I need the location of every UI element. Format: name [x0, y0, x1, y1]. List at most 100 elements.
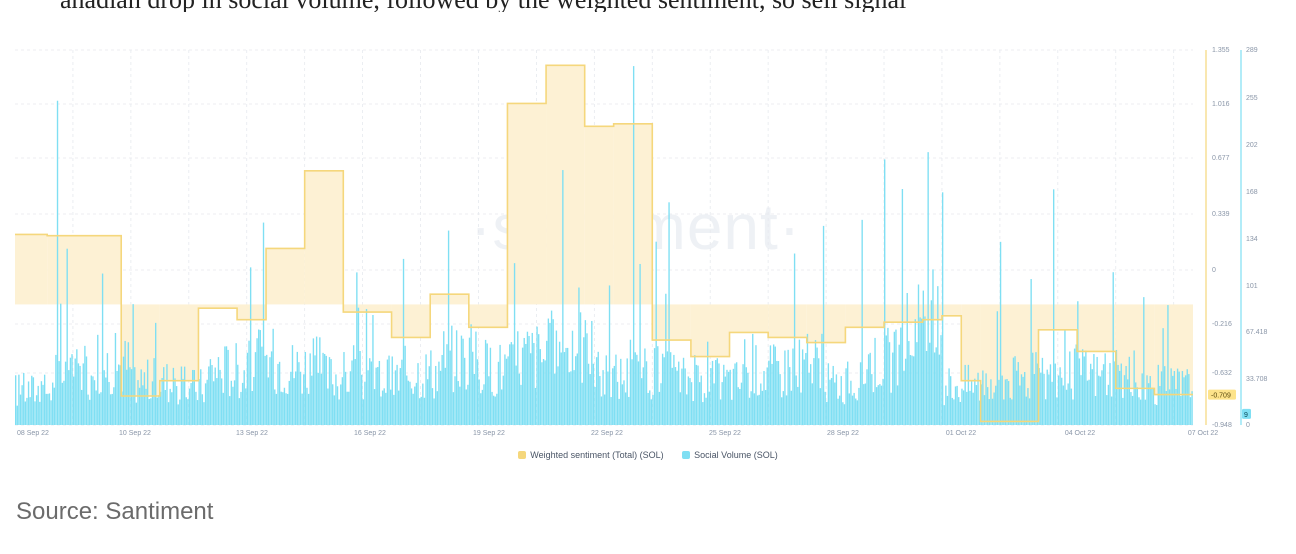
social-volume-bar — [179, 399, 181, 425]
social-volume-bar — [945, 385, 947, 425]
social-volume-bar — [798, 339, 801, 425]
social-volume-bar — [861, 219, 863, 425]
social-volume-bar — [697, 365, 699, 425]
x-axis-tick-label: 25 Sep 22 — [709, 430, 741, 437]
social-volume-bar — [933, 352, 936, 425]
social-volume-bar — [449, 350, 451, 425]
social-volume-bar — [317, 372, 319, 425]
social-volume-bar — [1178, 371, 1180, 425]
social-volume-bar — [901, 189, 904, 425]
social-volume-bar — [333, 395, 336, 425]
social-volume-bar — [286, 393, 289, 425]
social-volume-bar — [283, 387, 286, 425]
social-volume-bar — [69, 357, 72, 425]
social-volume-bar — [629, 339, 632, 425]
social-volume-bar — [887, 327, 889, 425]
social-volume-bar — [97, 334, 99, 425]
social-volume-bar — [111, 393, 113, 425]
social-volume-bar — [1191, 391, 1193, 425]
social-volume-bar — [277, 363, 279, 425]
social-volume-bar — [1046, 369, 1048, 425]
social-volume-bar — [723, 364, 725, 425]
social-volume-bar — [967, 364, 970, 425]
social-volume-bar — [454, 376, 456, 425]
social-volume-bar — [834, 382, 836, 425]
social-volume-bar — [985, 373, 987, 425]
social-volume-bar — [713, 383, 715, 425]
social-volume-bar — [531, 332, 533, 425]
social-volume-bar — [782, 391, 784, 425]
social-volume-bar — [740, 382, 743, 425]
social-volume-bar — [89, 399, 91, 425]
social-volume-bar — [436, 391, 439, 425]
social-volume-bar — [917, 284, 920, 425]
social-volume-bar — [470, 324, 472, 425]
social-volume-bar — [84, 345, 86, 425]
social-volume-bar — [47, 393, 49, 425]
social-volume-bar — [396, 364, 398, 425]
social-volume-bar — [995, 385, 997, 425]
social-volume-bar — [1022, 376, 1024, 425]
social-volume-bar — [496, 393, 498, 425]
x-axis-tick-label: 01 Oct 22 — [946, 430, 976, 437]
sentiment-area-segment — [941, 304, 962, 316]
social-volume-bar — [832, 365, 834, 425]
social-volume-bar — [135, 402, 138, 425]
social-volume-bar — [323, 353, 326, 425]
social-volume-bar — [1069, 351, 1071, 425]
social-volume-bar — [856, 400, 859, 425]
social-volume-bar — [645, 361, 648, 425]
social-volume-bar — [721, 382, 723, 425]
social-volume-bar — [204, 383, 207, 425]
social-volume-bar — [222, 392, 224, 425]
social-volume-bar — [678, 361, 680, 425]
social-volume-bar — [1149, 376, 1151, 425]
social-volume-bar — [332, 384, 334, 425]
social-volume-bar — [66, 248, 68, 425]
social-volume-bar — [851, 395, 854, 425]
social-volume-bar — [299, 371, 302, 425]
social-volume-bar — [959, 401, 962, 425]
social-volume-bar — [497, 361, 500, 425]
x-axis-tick-label: 13 Sep 22 — [236, 430, 268, 437]
social-volume-bar — [306, 387, 308, 425]
social-volume-bar — [513, 263, 516, 425]
legend-item-sentiment[interactable]: Weighted sentiment (Total) (SOL) — [518, 450, 664, 460]
social-volume-bar — [702, 402, 704, 425]
social-volume-bar — [563, 352, 566, 425]
social-volume-bar — [166, 364, 168, 425]
social-volume-bar — [1147, 383, 1150, 425]
social-volume-bar — [610, 397, 612, 425]
social-volume-bar — [1160, 371, 1163, 425]
social-volume-bar — [694, 355, 696, 425]
social-volume-bar — [106, 353, 109, 425]
social-volume-bar — [1165, 391, 1168, 425]
social-volume-bar — [708, 391, 710, 425]
social-volume-bar — [631, 359, 633, 425]
legend-item-social-volume[interactable]: Social Volume (SOL) — [682, 450, 778, 460]
social-volume-bar — [824, 391, 826, 425]
social-volume-bar — [943, 405, 945, 425]
social-volume-bar — [560, 352, 562, 425]
social-volume-bar — [1138, 397, 1140, 425]
social-volume-bar — [966, 391, 968, 425]
social-volume-bar — [526, 331, 529, 425]
social-volume-bar — [352, 345, 355, 425]
social-volume-bar — [198, 379, 200, 425]
social-volume-bar — [927, 152, 929, 425]
social-volume-bar — [254, 352, 257, 425]
social-volume-bar — [264, 355, 266, 425]
social-volume-bar — [465, 389, 467, 425]
sentiment-area-segment — [159, 304, 199, 381]
social-volume-bar — [433, 398, 435, 425]
social-volume-bar — [459, 386, 461, 425]
social-volume-bar — [716, 358, 719, 425]
social-volume-bar — [183, 366, 186, 425]
social-volume-bar — [953, 399, 955, 425]
social-volume-bar — [200, 369, 202, 425]
sentiment-area-segment — [652, 304, 691, 341]
social-volume-bar — [623, 380, 625, 425]
social-volume-bar — [555, 330, 558, 425]
sentiment-axis-tick-label: -0.948 — [1212, 422, 1232, 429]
x-axis-tick-label: 28 Sep 22 — [827, 430, 859, 437]
